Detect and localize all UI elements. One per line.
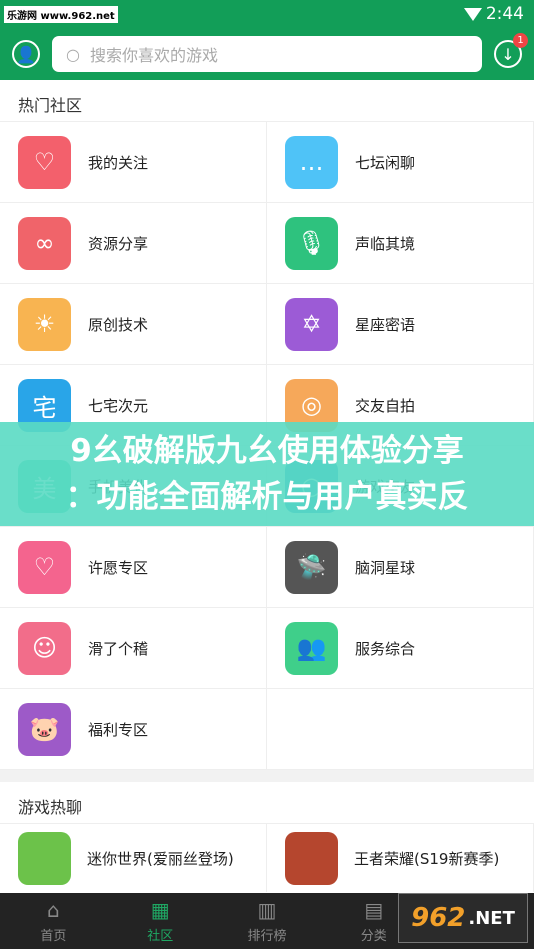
community-label: 七宅次元 [88,396,149,415]
piggy-bank-icon: 🐷 [18,702,71,756]
overlay-line1: 9幺破解版九幺使用体验分享 [70,433,464,469]
status-bar: 乐游网 www.962.net 2:44 [0,0,534,28]
watermark: 乐游网 www.962.net [4,6,118,23]
community-label: 声临其境 [355,234,416,253]
funny-face-icon: ☺ [18,621,71,675]
community-label: 资源分享 [88,234,149,253]
community-item[interactable]: ∞ 资源分享 [0,203,267,284]
community-item[interactable]: ♡ 我的关注 [0,122,267,203]
community-item[interactable]: 🎙 声临其境 [267,203,534,284]
nav-label: 分类 [360,929,387,944]
overlay-banner: 9幺破解版九幺使用体验分享 ：功能全面解析与用户真实反 [0,422,534,526]
game-label: 王者荣耀(S19新赛季) [354,849,500,868]
section-title-games: 游戏热聊 [0,782,534,824]
heart-plus-icon: ♡ [18,135,71,189]
game-icon [18,831,71,885]
community-item[interactable]: 🐷 福利专区 [0,689,267,770]
community-label: 交友自拍 [355,396,416,415]
community-item[interactable]: ☺ 滑了个稽 [0,608,267,689]
site-logo: 962962.NET [398,893,528,943]
community-label: 服务综合 [355,639,416,658]
community-item[interactable]: ☀ 原创技术 [0,284,267,365]
community-label: 滑了个稽 [88,639,149,658]
nav-grid[interactable]: ▦ 社区 [107,893,214,949]
user-avatar-icon[interactable]: 👤 [12,40,40,68]
download-badge: 1 [513,33,528,48]
ufo-icon: 🛸 [285,540,338,594]
grid-icon: ▦ [150,898,170,922]
divider [0,770,534,782]
section-title-hot: 热门社区 [0,80,534,122]
nav-label: 社区 [147,929,174,944]
nav-home[interactable]: ⌂ 首页 [0,893,107,949]
community-label: 许愿专区 [88,558,149,577]
community-item[interactable]: 👥 服务综合 [267,608,534,689]
microphone-icon: 🎙 [285,216,338,270]
community-label: 星座密语 [355,315,416,334]
community-label: 原创技术 [88,315,149,334]
community-item[interactable]: 🛸 脑洞星球 [267,527,534,608]
community-label: 七坛闲聊 [355,153,416,172]
heart-icon: ♡ [18,540,71,594]
empty-cell [267,689,534,770]
nav-bar-chart[interactable]: ▥ 排行榜 [214,893,321,949]
community-label: 福利专区 [88,720,149,739]
community-label: 我的关注 [88,153,149,172]
nav-label: 首页 [40,929,67,944]
overlay-line2: ：功能全面解析与用户真实反 [65,479,469,515]
star-of-david-icon: ✡ [285,297,338,351]
game-item[interactable]: 迷你世界(爱丽丝登场) [0,824,267,892]
home-icon: ⌂ [47,898,60,922]
game-icon [285,831,338,885]
search-input[interactable]: ○ 搜索你喜欢的游戏 [52,36,482,72]
book-icon: ▤ [364,898,384,922]
community-item[interactable]: ♡ 许愿专区 [0,527,267,608]
community-item[interactable]: … 七坛闲聊 [267,122,534,203]
nav-label: 排行榜 [247,929,287,944]
game-item[interactable]: 王者荣耀(S19新赛季) [267,824,534,892]
header: 👤 ○ 搜索你喜欢的游戏 ↓ 1 [0,28,534,80]
bar-chart-icon: ▥ [257,898,277,922]
community-item[interactable]: ✡ 星座密语 [267,284,534,365]
lightbulb-icon: ☀ [18,297,71,351]
chat-bubble-icon: … [285,135,338,189]
community-label: 脑洞星球 [355,558,416,577]
download-icon[interactable]: ↓ 1 [494,33,528,68]
game-grid: 迷你世界(爱丽丝登场) 王者荣耀(S19新赛季) [0,824,534,892]
search-placeholder: 搜索你喜欢的游戏 [89,46,218,65]
clock: 2:44 [485,4,524,24]
users-icon: 👥 [285,621,338,675]
search-icon: ○ [66,44,80,64]
link-icon: ∞ [18,216,71,270]
game-label: 迷你世界(爱丽丝登场) [87,849,234,868]
wifi-icon [464,8,482,21]
